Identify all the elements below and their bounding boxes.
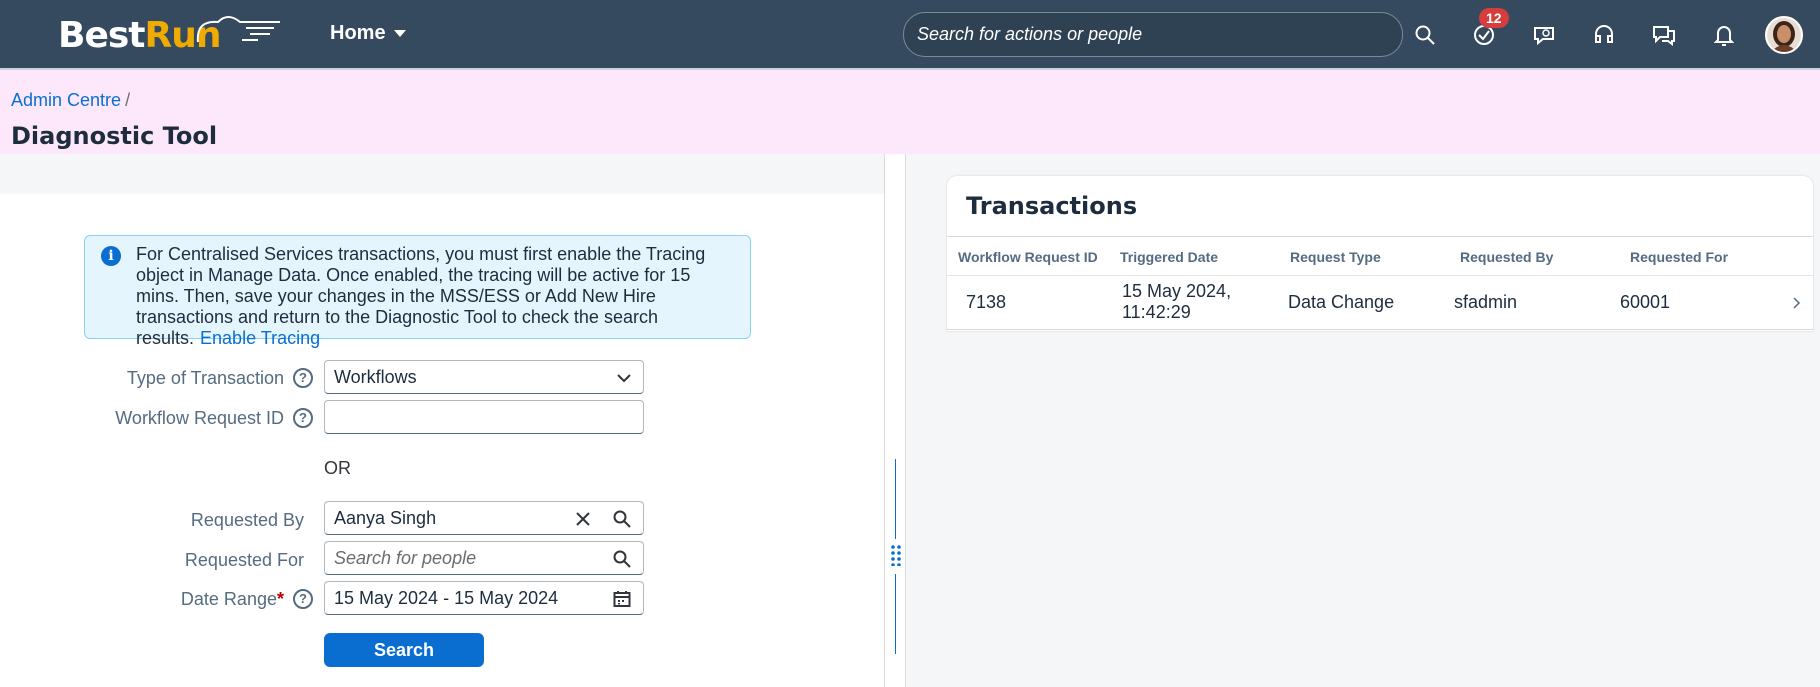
- clear-icon[interactable]: [575, 511, 591, 527]
- splitter-line: [895, 574, 896, 654]
- splitter-grip-icon[interactable]: [891, 544, 901, 567]
- calendar-icon[interactable]: [613, 590, 631, 608]
- date-range-label-text: Date Range: [180, 589, 277, 609]
- type-of-transaction-value: Workflows: [334, 366, 417, 387]
- requested-by-label: Requested By: [190, 510, 304, 530]
- chevron-right-icon[interactable]: [1793, 297, 1801, 309]
- workflow-request-id-input[interactable]: [324, 400, 644, 434]
- column-header-requested-by[interactable]: Requested By: [1460, 249, 1553, 265]
- requested-for-input[interactable]: Search for people: [324, 541, 644, 575]
- requested-by-value: Aanya Singh: [334, 507, 437, 528]
- question-mark-help-icon[interactable]: ?: [293, 368, 313, 388]
- column-header-triggered-date[interactable]: Triggered Date: [1120, 249, 1218, 265]
- cell-triggered-date-line1: 15 May 2024,: [1122, 281, 1232, 301]
- enable-tracing-link[interactable]: Enable Tracing: [200, 328, 320, 348]
- bell-icon[interactable]: [1709, 20, 1739, 50]
- requested-for-placeholder: Search for people: [334, 547, 477, 568]
- search-button[interactable]: Search: [324, 633, 484, 667]
- global-search-placeholder: Search for actions or people: [917, 24, 1143, 44]
- help-chat-icon[interactable]: [1649, 20, 1679, 50]
- headset-support-icon[interactable]: [1589, 20, 1619, 50]
- type-of-transaction-label: Type of Transaction: [126, 368, 284, 388]
- search-pane-toolbar: [0, 154, 884, 194]
- search-icon[interactable]: [613, 510, 631, 528]
- shell-bar: Best Run Home Search for actions or peopl…: [0, 0, 1820, 68]
- table-row[interactable]: 7138 15 May 2024, 11:42:29 Data Change s…: [947, 276, 1813, 330]
- pane-splitter[interactable]: [884, 154, 906, 687]
- workflow-request-id-label: Workflow Request ID: [115, 408, 284, 428]
- logo-cloud-graphic: [196, 16, 280, 43]
- info-icon: i: [101, 246, 121, 266]
- bestrun-logo[interactable]: Best Run: [58, 14, 280, 56]
- transactions-card: Transactions Workflow Request ID Trigger…: [947, 176, 1813, 331]
- chevron-down-icon: [393, 29, 406, 37]
- question-mark-help-icon[interactable]: ?: [293, 408, 313, 428]
- breadcrumb-separator: /: [125, 90, 131, 110]
- notification-count-badge: 12: [1479, 8, 1509, 28]
- splitter-line: [895, 459, 896, 539]
- table-header: Workflow Request ID Triggered Date Reque…: [947, 236, 1813, 276]
- requested-by-input[interactable]: Aanya Singh: [324, 501, 644, 535]
- page-title: Diagnostic Tool: [11, 122, 218, 150]
- home-menu[interactable]: Home: [330, 22, 406, 45]
- search-icon[interactable]: [613, 550, 631, 568]
- global-search-input[interactable]: Search for actions or people: [903, 12, 1403, 57]
- column-header-requested-for[interactable]: Requested For: [1630, 249, 1728, 265]
- or-separator: OR: [324, 458, 351, 478]
- requested-for-label: Requested For: [184, 550, 304, 570]
- tracing-info-strip: i For Centralised Services transactions,…: [84, 235, 751, 348]
- home-menu-label: Home: [330, 22, 386, 44]
- date-range-value: 15 May 2024 - 15 May 2024: [334, 587, 559, 608]
- question-mark-help-icon[interactable]: ?: [293, 589, 313, 609]
- logo-text-best: Best: [58, 14, 145, 56]
- cell-workflow-request-id: 7138: [966, 292, 1007, 312]
- column-header-workflow-request-id[interactable]: Workflow Request ID: [958, 249, 1098, 265]
- page-header: Admin Centre / Diagnostic Tool: [0, 68, 1820, 154]
- cell-requested-by: sfadmin: [1454, 292, 1518, 312]
- required-marker: *: [276, 589, 284, 609]
- cell-request-type: Data Change: [1288, 292, 1395, 312]
- date-range-label: Date Range*: [84, 589, 284, 610]
- user-avatar[interactable]: [1765, 16, 1803, 54]
- chat-icon[interactable]: [1529, 20, 1559, 50]
- column-header-request-type[interactable]: Request Type: [1290, 249, 1381, 265]
- cell-triggered-date-line2: 11:42:29: [1122, 302, 1191, 322]
- cell-requested-for: 60001: [1620, 292, 1671, 312]
- date-range-input[interactable]: 15 May 2024 - 15 May 2024: [324, 581, 644, 615]
- breadcrumb: Admin Centre /: [11, 90, 130, 111]
- breadcrumb-admin-centre-link[interactable]: Admin Centre: [11, 90, 121, 110]
- type-of-transaction-select[interactable]: Workflows: [324, 360, 644, 394]
- search-button-label: Search: [373, 639, 435, 660]
- chevron-down-icon: [617, 374, 631, 383]
- search-icon[interactable]: [1410, 20, 1440, 50]
- transactions-title: Transactions: [966, 192, 1138, 220]
